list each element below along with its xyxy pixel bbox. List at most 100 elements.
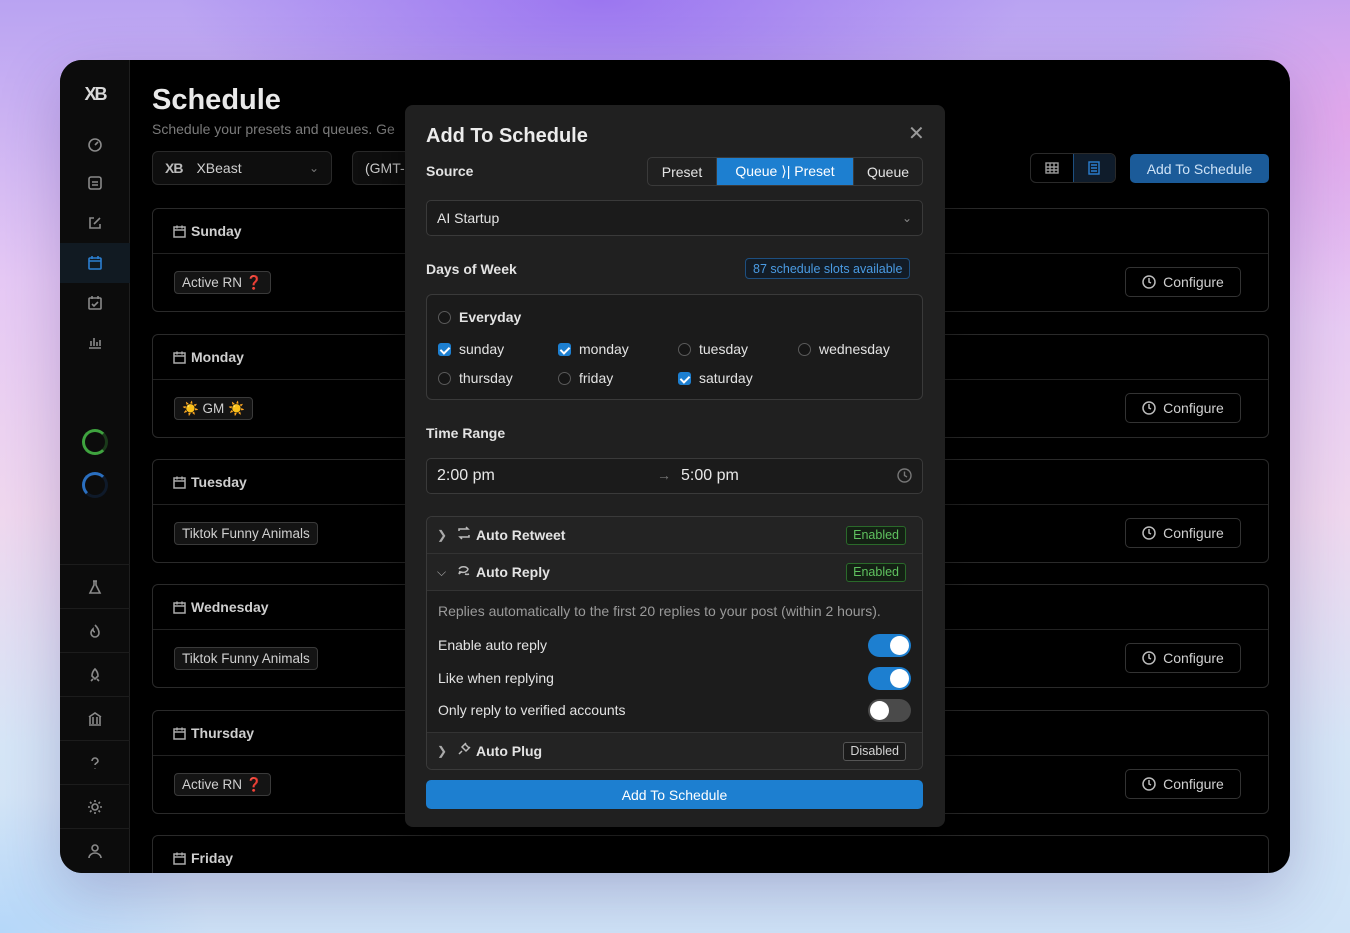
- days-of-week-box: Everyday sunday monday tuesday wednesday…: [426, 294, 923, 400]
- user-icon[interactable]: [60, 828, 130, 872]
- configure-label: Configure: [1163, 274, 1224, 290]
- page-subtitle: Schedule your presets and queues. Ge: [152, 121, 395, 137]
- preset-chip[interactable]: Active RN ❓: [174, 773, 271, 796]
- checkbox-checked-icon: [558, 342, 571, 356]
- sidebar: XB: [60, 60, 130, 873]
- enable-auto-reply-toggle[interactable]: [868, 633, 911, 657]
- time-end[interactable]: 5:00 pm: [681, 467, 739, 485]
- slots-available-badge: 87 schedule slots available: [745, 258, 911, 279]
- sunday-checkbox[interactable]: sunday: [438, 341, 504, 357]
- schedule-icon[interactable]: [60, 243, 130, 283]
- time-range-picker[interactable]: 2:00 pm → 5:00 pm: [426, 458, 923, 494]
- calendar-icon: [173, 225, 186, 238]
- like-when-replying-toggle[interactable]: [868, 666, 911, 690]
- wednesday-checkbox[interactable]: wednesday: [798, 341, 890, 357]
- auto-reply-description: Replies automatically to the first 20 re…: [438, 603, 881, 619]
- source-select[interactable]: AI Startup ⌄: [426, 200, 923, 236]
- account-name: XBeast: [196, 160, 242, 176]
- configure-button[interactable]: Configure: [1125, 393, 1241, 423]
- configure-button[interactable]: Configure: [1125, 518, 1241, 548]
- accordion-title: Auto Reply: [476, 564, 550, 580]
- flask-icon[interactable]: [60, 564, 130, 608]
- loading-spinner-green-icon: [82, 429, 108, 455]
- checkbox-label: Everyday: [459, 309, 522, 325]
- time-range-label: Time Range: [426, 425, 506, 441]
- preset-chip[interactable]: ☀️ GM ☀️: [174, 397, 253, 420]
- preset-chip[interactable]: Tiktok Funny Animals: [174, 647, 318, 670]
- toggle-knob: [870, 700, 889, 720]
- configure-label: Configure: [1163, 525, 1224, 541]
- dashboard-icon[interactable]: [60, 124, 130, 164]
- verified-only-row: Only reply to verified accounts: [438, 698, 911, 722]
- flame-icon[interactable]: [60, 608, 130, 652]
- chevron-right-icon: ❯: [437, 528, 448, 542]
- submit-add-to-schedule-button[interactable]: Add To Schedule: [426, 780, 923, 809]
- rocket-icon[interactable]: [60, 652, 130, 696]
- auto-retweet-header[interactable]: ❯ Auto Retweet Enabled: [427, 517, 922, 554]
- checkbox-label: tuesday: [699, 341, 749, 357]
- chevron-right-icon: ❯: [437, 744, 448, 758]
- add-to-schedule-button[interactable]: Add To Schedule: [1130, 154, 1269, 183]
- arrow-right-icon: →: [657, 467, 671, 483]
- source-segmented-control: Preset Queue ⟩| Preset Queue: [647, 157, 923, 186]
- configure-button[interactable]: Configure: [1125, 643, 1241, 673]
- table-view-icon[interactable]: [1031, 154, 1073, 182]
- like-when-replying-row: Like when replying: [438, 666, 911, 690]
- calendar-icon: [173, 476, 186, 489]
- checkbox-label: thursday: [459, 370, 513, 386]
- view-toggle: [1030, 153, 1116, 183]
- clock-icon: [1142, 777, 1156, 791]
- app-logo: XB: [84, 84, 107, 104]
- verified-only-toggle[interactable]: [868, 698, 911, 722]
- monday-checkbox[interactable]: monday: [558, 341, 629, 357]
- checkbox-label: sunday: [459, 341, 505, 357]
- clock-icon: [1142, 401, 1156, 415]
- saturday-checkbox[interactable]: saturday: [678, 370, 753, 386]
- calendar-icon: [173, 351, 186, 364]
- reply-bubble-icon: [457, 563, 476, 582]
- loading-spinner-blue-icon: [82, 472, 108, 498]
- auto-plug-header[interactable]: ❯ Auto Plug Disabled: [427, 732, 922, 769]
- friday-checkbox[interactable]: friday: [558, 370, 613, 386]
- configure-button[interactable]: Configure: [1125, 267, 1241, 297]
- toggle-knob: [890, 668, 909, 688]
- thursday-checkbox[interactable]: thursday: [438, 370, 513, 386]
- time-start[interactable]: 2:00 pm: [437, 467, 495, 485]
- account-select[interactable]: XB XBeast ⌄: [152, 151, 332, 185]
- toggle-knob: [890, 635, 909, 655]
- checkbox-label: monday: [579, 341, 629, 357]
- source-tab-queue[interactable]: Queue: [853, 158, 922, 185]
- analytics-icon[interactable]: [60, 322, 130, 362]
- checkbox-label: friday: [579, 370, 614, 386]
- day-header: Sunday: [173, 223, 242, 239]
- auto-reply-header[interactable]: ⌵ Auto Reply Enabled: [427, 554, 922, 591]
- image-icon[interactable]: [60, 163, 130, 203]
- configure-label: Configure: [1163, 400, 1224, 416]
- source-tab-queue-preset[interactable]: Queue ⟩| Preset: [717, 158, 853, 185]
- timezone-select[interactable]: (GMT-: [352, 151, 412, 185]
- source-value: AI Startup: [437, 210, 500, 226]
- clock-icon: [1142, 651, 1156, 665]
- checkbox-icon: [798, 342, 811, 356]
- source-tab-preset[interactable]: Preset: [648, 158, 717, 185]
- checkbox-checked-icon: [678, 371, 691, 385]
- everyday-checkbox[interactable]: Everyday: [438, 309, 521, 325]
- theme-sun-icon[interactable]: [60, 784, 130, 828]
- bank-icon[interactable]: [60, 696, 130, 740]
- help-icon[interactable]: [60, 740, 130, 784]
- preset-chip[interactable]: Tiktok Funny Animals: [174, 522, 318, 545]
- plug-icon: [457, 741, 476, 761]
- toggle-label: Enable auto reply: [438, 637, 547, 653]
- timezone-value: (GMT-: [365, 160, 405, 176]
- preset-chip[interactable]: Active RN ❓: [174, 271, 271, 294]
- configure-label: Configure: [1163, 650, 1224, 666]
- day-header: Thursday: [173, 725, 254, 741]
- calendar-check-icon[interactable]: [60, 283, 130, 323]
- day-name: Thursday: [191, 725, 255, 741]
- list-view-icon[interactable]: [1072, 154, 1115, 182]
- close-icon[interactable]: ✕: [908, 121, 925, 146]
- tuesday-checkbox[interactable]: tuesday: [678, 341, 748, 357]
- compose-icon[interactable]: [60, 203, 130, 243]
- toggle-label: Only reply to verified accounts: [438, 702, 626, 718]
- configure-button[interactable]: Configure: [1125, 769, 1241, 799]
